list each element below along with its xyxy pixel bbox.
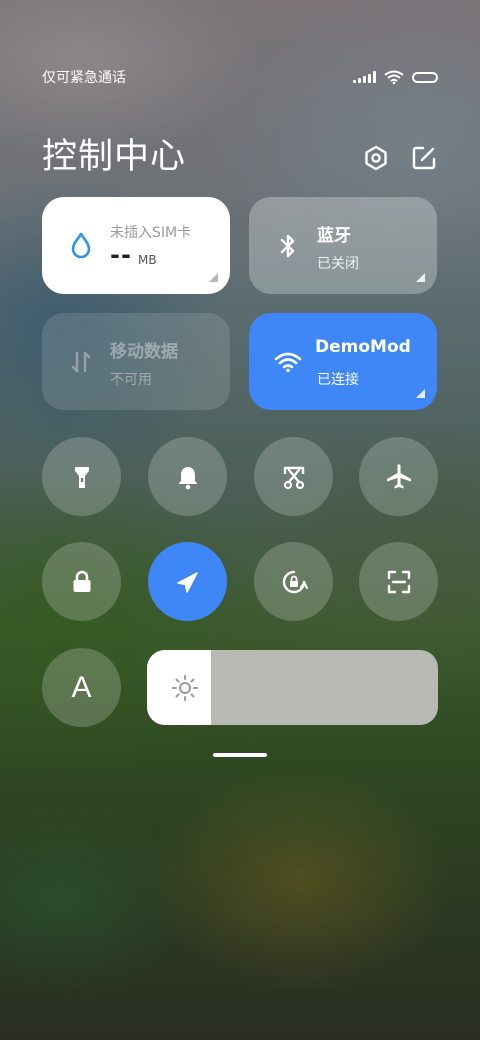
lock-screen-toggle[interactable] xyxy=(42,542,121,621)
mobile-data-status: 不可用 xyxy=(110,372,152,388)
wifi-tile[interactable]: DemoMod 已连接 xyxy=(249,313,437,410)
page-title: 控制中心 xyxy=(42,137,187,177)
water-drop-icon xyxy=(71,232,91,259)
status-bar: 仅可紧急通话 xyxy=(42,66,438,88)
location-icon xyxy=(176,571,198,593)
signal-icon xyxy=(353,71,376,83)
bluetooth-tile[interactable]: 蓝牙 已关闭 xyxy=(249,197,437,294)
font-size-label: A xyxy=(71,670,92,704)
rotation-lock-toggle[interactable] xyxy=(254,542,333,621)
expand-corner-icon xyxy=(416,273,425,282)
edit-icon[interactable] xyxy=(410,144,438,172)
drag-handle[interactable] xyxy=(213,753,267,757)
mobile-data-title: 移动数据 xyxy=(110,342,178,362)
font-size-button[interactable]: A xyxy=(42,648,121,727)
scan-icon xyxy=(387,570,410,593)
bluetooth-status: 已关闭 xyxy=(317,256,359,272)
data-usage-tile[interactable]: 未插入SIM卡 -- MB xyxy=(42,197,230,294)
screenshot-toggle[interactable] xyxy=(254,437,333,516)
airplane-mode-toggle[interactable] xyxy=(359,437,438,516)
data-usage-unit: MB xyxy=(138,253,157,267)
bluetooth-icon xyxy=(280,234,295,258)
airplane-icon xyxy=(386,463,411,488)
location-toggle[interactable] xyxy=(148,542,227,621)
mobile-data-tile[interactable]: 移动数据 不可用 xyxy=(42,313,230,410)
expand-corner-icon xyxy=(209,273,218,282)
screenshot-icon xyxy=(283,466,304,489)
data-arrows-icon xyxy=(71,351,91,373)
wifi-icon xyxy=(274,352,302,373)
wifi-status: 已连接 xyxy=(317,372,359,388)
battery-icon xyxy=(412,71,438,83)
wifi-status-icon xyxy=(384,70,404,84)
data-usage-value: -- xyxy=(110,241,132,269)
rotation-lock-icon xyxy=(282,570,308,593)
scanner-toggle[interactable] xyxy=(359,542,438,621)
sim-status-text: 未插入SIM卡 xyxy=(110,225,192,241)
bell-icon xyxy=(178,466,197,489)
carrier-text: 仅可紧急通话 xyxy=(42,70,126,86)
expand-corner-icon xyxy=(416,389,425,398)
wifi-network-name: DemoMod xyxy=(315,337,411,357)
bluetooth-title: 蓝牙 xyxy=(317,226,351,246)
lock-icon xyxy=(73,570,90,592)
flashlight-toggle[interactable] xyxy=(42,437,121,516)
flashlight-icon xyxy=(74,466,89,488)
sun-icon xyxy=(172,675,198,701)
sound-toggle[interactable] xyxy=(148,437,227,516)
settings-icon[interactable] xyxy=(362,144,390,172)
brightness-slider[interactable] xyxy=(147,650,438,725)
